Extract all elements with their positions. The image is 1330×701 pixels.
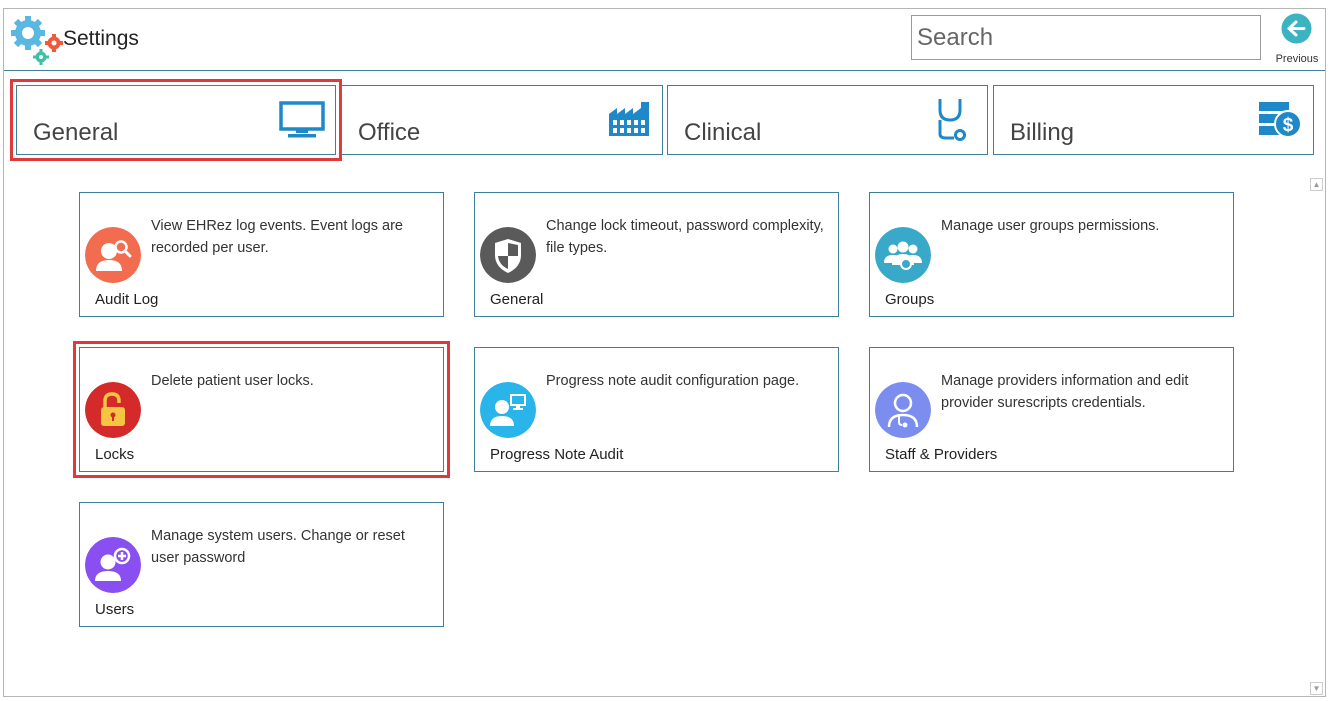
previous-label: Previous <box>1275 53 1319 65</box>
back-arrow-icon <box>1281 13 1312 44</box>
card-staff-providers-description: Manage providers information and edit pr… <box>941 373 1189 411</box>
tab-general[interactable]: General <box>10 79 342 161</box>
tab-billing-label: Billing <box>1010 119 1075 146</box>
scroll-up-arrow[interactable]: ▲ <box>1310 178 1323 191</box>
card-users-description: Manage system users. Change or reset use… <box>151 528 405 566</box>
card-locks-description: Delete patient user locks. <box>151 373 314 389</box>
svg-text:$: $ <box>1283 115 1294 136</box>
monitor-icon <box>279 101 325 138</box>
settings-gears-icon <box>11 16 63 65</box>
card-staff-providers[interactable]: Manage providers information and edit pr… <box>869 347 1234 472</box>
settings-window: Settings Previous General Office <box>3 8 1326 697</box>
user-monitor-icon <box>480 382 536 438</box>
card-audit-log-description: View EHRez log events. Event logs are re… <box>151 218 404 256</box>
page-title: Settings <box>63 27 139 50</box>
card-locks-title: Locks <box>95 446 135 463</box>
group-users-icon <box>875 227 931 283</box>
audit-user-search-icon <box>85 227 141 283</box>
card-progress-note-audit-description: Progress note audit configuration page. <box>546 373 800 389</box>
card-staff-providers-title: Staff & Providers <box>885 446 998 463</box>
card-groups-description: Manage user groups permissions. <box>941 218 1160 234</box>
factory-icon <box>609 102 649 136</box>
card-general[interactable]: Change lock timeout, password complexity… <box>474 192 839 317</box>
tab-office[interactable]: Office <box>341 85 663 155</box>
tab-clinical-label: Clinical <box>684 119 762 146</box>
tab-general-label: General <box>33 119 119 146</box>
card-users-title: Users <box>95 601 135 618</box>
shield-icon <box>480 227 536 283</box>
tab-clinical[interactable]: Clinical <box>667 85 988 155</box>
billing-server-dollar-icon: $ <box>1259 102 1302 138</box>
card-groups[interactable]: Manage user groups permissions. Groups <box>869 192 1234 317</box>
search-input[interactable] <box>911 15 1261 60</box>
card-general-title: General <box>490 291 544 308</box>
doctor-icon <box>875 382 931 438</box>
settings-content: ▲ ▼ View EHRez log events. Event logs ar… <box>4 155 1325 697</box>
header-bar: Settings Previous <box>4 9 1325 71</box>
card-progress-note-audit[interactable]: Progress note audit configuration page. … <box>474 347 839 472</box>
card-groups-title: Groups <box>885 291 935 308</box>
card-audit-log[interactable]: View EHRez log events. Event logs are re… <box>79 192 444 317</box>
card-progress-note-audit-title: Progress Note Audit <box>490 446 624 463</box>
stethoscope-icon <box>938 99 966 141</box>
tab-billing[interactable]: Billing $ <box>993 85 1314 155</box>
add-user-icon <box>85 537 141 593</box>
previous-button[interactable]: Previous <box>1271 13 1323 67</box>
card-general-description: Change lock timeout, password complexity… <box>546 218 824 256</box>
card-locks[interactable]: Delete patient user locks. Locks <box>73 341 450 478</box>
card-audit-log-title: Audit Log <box>95 291 159 308</box>
padlock-icon <box>85 382 141 438</box>
scroll-down-arrow[interactable]: ▼ <box>1310 682 1323 695</box>
tab-office-label: Office <box>358 119 421 146</box>
card-users[interactable]: Manage system users. Change or reset use… <box>79 502 444 627</box>
